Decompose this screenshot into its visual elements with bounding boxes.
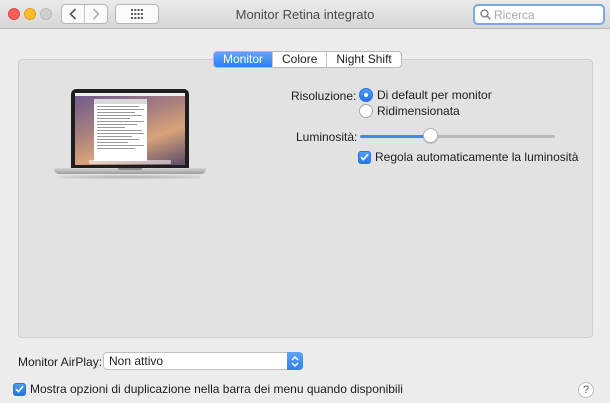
tab-night-shift[interactable]: Night Shift <box>326 52 400 67</box>
radio-default-resolution[interactable]: Di default per monitor <box>359 88 492 102</box>
airplay-select[interactable]: Non attivo <box>103 352 303 370</box>
select-arrows-icon <box>287 352 303 370</box>
brightness-slider[interactable] <box>360 128 555 144</box>
checkbox-checked[interactable] <box>358 150 371 164</box>
brightness-slider-thumb[interactable] <box>423 128 439 143</box>
brightness-fill <box>360 135 431 138</box>
laptop-illustration <box>54 89 206 183</box>
help-button[interactable]: ? <box>578 382 594 398</box>
mirroring-menu-checkbox[interactable]: Mostra opzioni di duplicazione nella bar… <box>13 382 403 396</box>
search-icon <box>480 9 491 20</box>
tab-colore[interactable]: Colore <box>272 52 326 67</box>
radio-label: Di default per monitor <box>377 88 492 102</box>
auto-brightness-checkbox[interactable]: Regola automaticamente la luminosità <box>358 150 578 164</box>
auto-brightness-label: Regola automaticamente la luminosità <box>375 150 579 164</box>
search-field[interactable] <box>473 4 605 25</box>
title-bar: Monitor Retina integrato <box>0 0 610 29</box>
radio-button[interactable] <box>359 104 373 118</box>
airplay-label: Monitor AirPlay: <box>18 355 103 369</box>
airplay-selected-value: Non attivo <box>109 354 164 368</box>
radio-label: Ridimensionata <box>377 104 460 118</box>
brightness-label: Luminosità: <box>296 130 358 144</box>
radio-scaled-resolution[interactable]: Ridimensionata <box>359 104 460 118</box>
document-window <box>94 99 147 161</box>
search-input[interactable] <box>494 7 594 22</box>
laptop-screen <box>75 93 185 165</box>
dock <box>89 160 171 164</box>
mirroring-label: Mostra opzioni di duplicazione nella bar… <box>30 382 403 396</box>
checkmark-icon <box>15 385 24 393</box>
laptop-lid <box>71 89 189 168</box>
checkmark-icon <box>360 153 369 161</box>
tab-monitor[interactable]: Monitor <box>214 52 273 67</box>
tab-bar: Monitor Colore Night Shift <box>213 51 402 68</box>
checkbox-checked[interactable] <box>13 382 26 396</box>
radio-button-selected[interactable] <box>359 88 373 102</box>
resolution-label: Risoluzione: <box>291 89 357 103</box>
